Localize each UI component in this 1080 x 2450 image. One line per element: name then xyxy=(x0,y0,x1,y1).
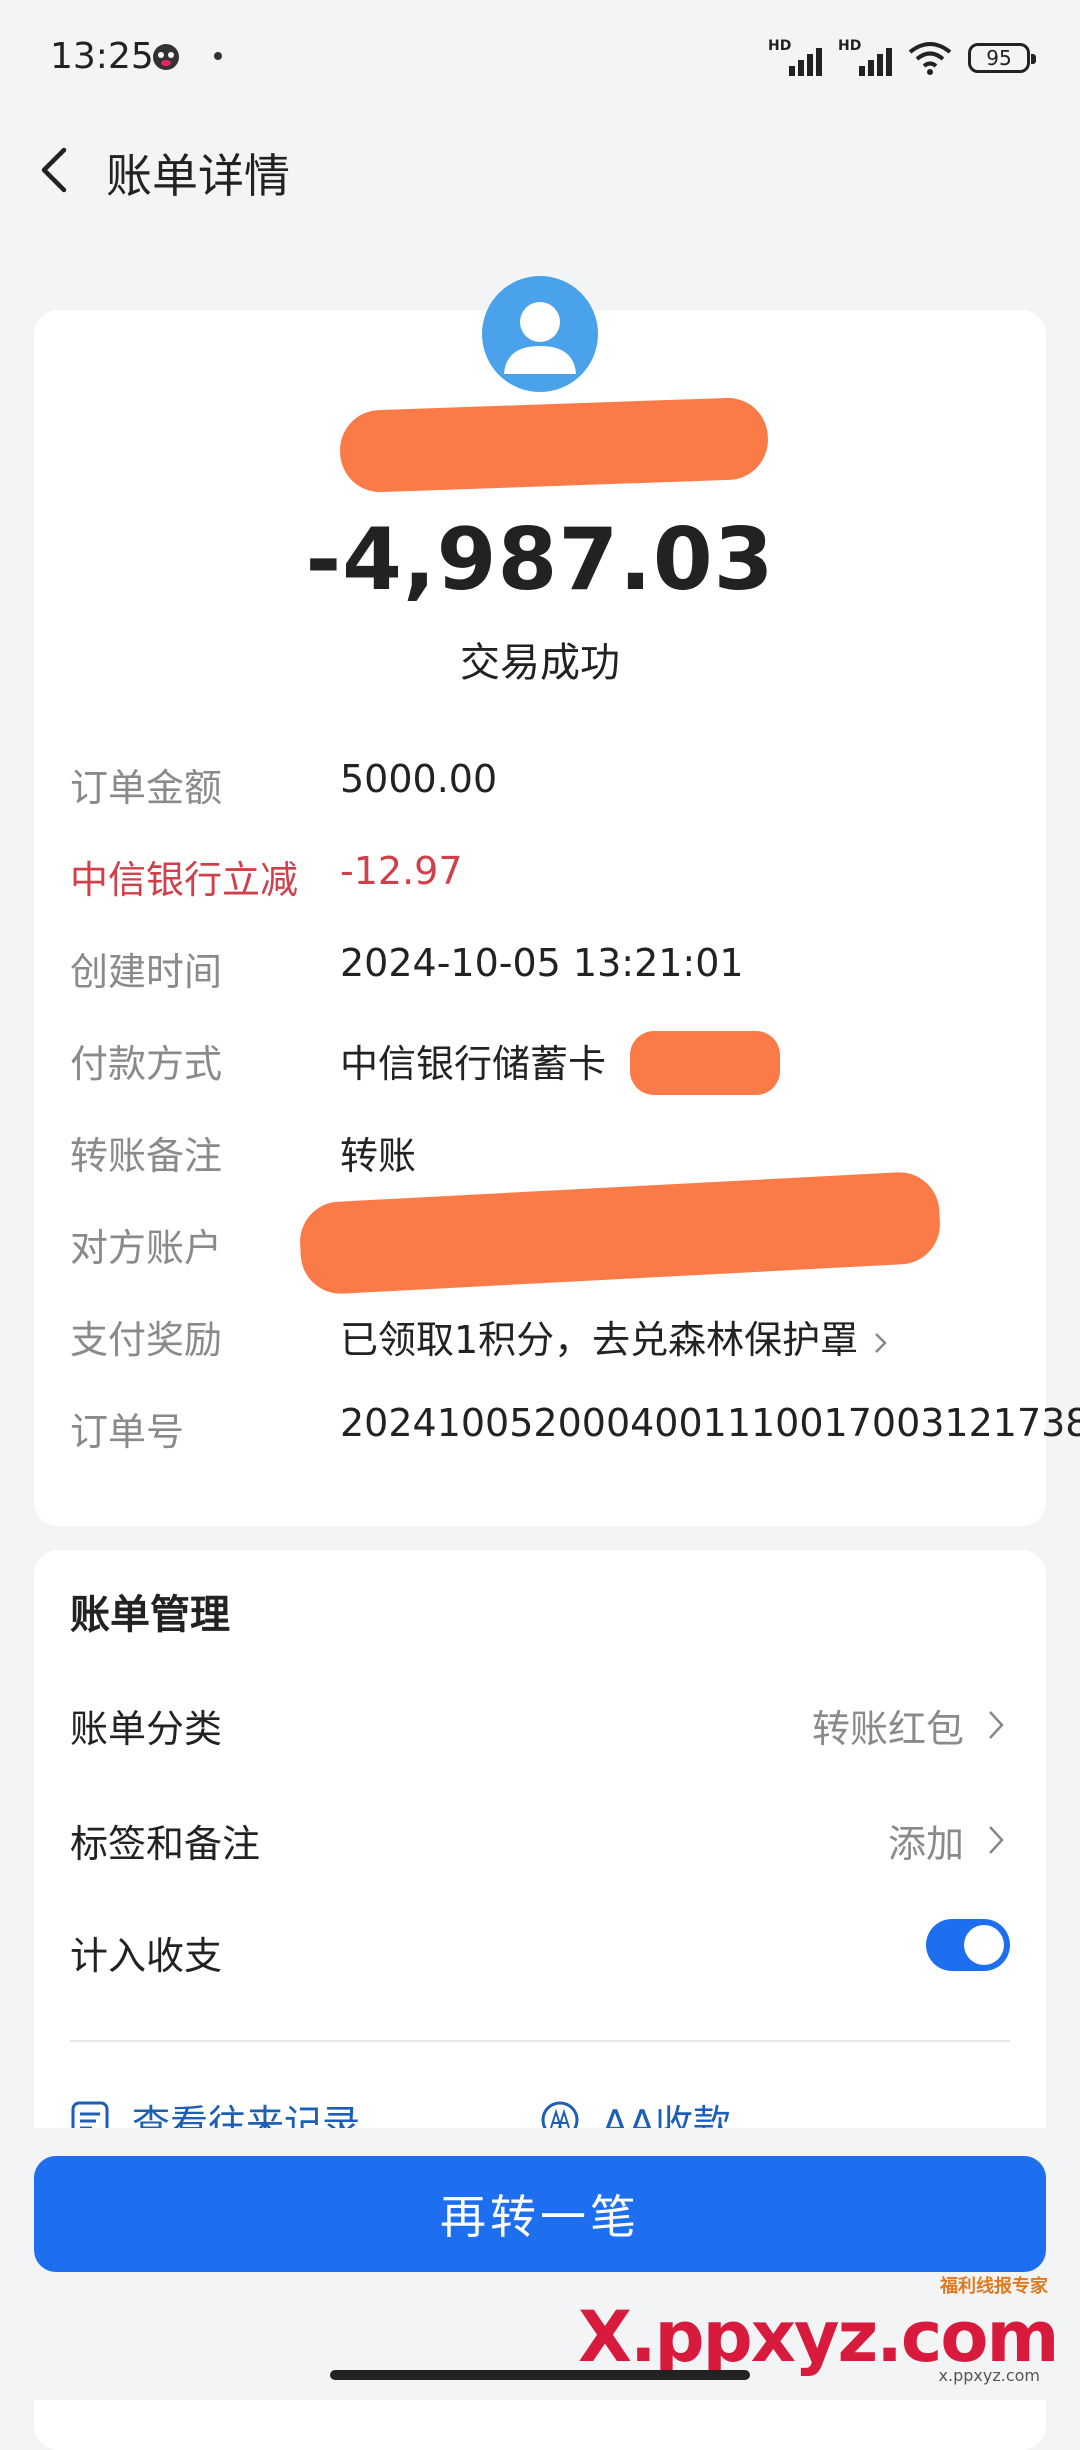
redacted-account xyxy=(298,1170,942,1296)
signal-icon: HD xyxy=(838,38,892,78)
detail-value: 中信银行储蓄卡 xyxy=(340,1042,607,1086)
detail-value: 5000.00 xyxy=(340,757,498,801)
notification-dot xyxy=(214,52,222,60)
battery-icon: 95 xyxy=(968,43,1036,73)
include-in-budget-toggle[interactable] xyxy=(926,1919,1010,1971)
watermark-tag: 福利线报专家 xyxy=(940,2276,1048,2297)
chevron-right-icon xyxy=(989,1711,1004,1739)
row-label: 账单分类 xyxy=(70,1707,223,1751)
detail-row-payment-reward[interactable]: 支付奖励 已领取1积分，去兑森林保护罩 xyxy=(70,1309,1046,1369)
redacted-name xyxy=(338,396,770,494)
transaction-status: 交易成功 xyxy=(460,640,620,686)
include-in-budget-row: 计入收支 xyxy=(70,1917,1010,1987)
reward-text: 已领取1积分，去兑森林保护罩 xyxy=(340,1318,859,1362)
detail-row-order-amount: 订单金额 5000.00 xyxy=(70,757,1046,817)
toggle-knob xyxy=(964,1925,1004,1965)
detail-row-created-time: 创建时间 2024-10-05 13:21:01 xyxy=(70,941,1046,1001)
row-value: 转账红包 xyxy=(811,1707,964,1751)
page-title: 账单详情 xyxy=(106,149,290,203)
detail-label: 订单号 xyxy=(70,1410,185,1454)
home-indicator[interactable] xyxy=(330,2370,750,2380)
status-time: 13:25 xyxy=(50,36,154,77)
detail-row-order-number: 订单号 2024100520004001110017003121738 xyxy=(70,1401,1080,1461)
detail-row-discount: 中信银行立减 -12.97 xyxy=(70,849,1046,909)
detail-label: 对方账户 xyxy=(70,1226,223,1270)
bill-category-row[interactable]: 账单分类 转账红包 xyxy=(70,1690,1010,1760)
emoji-icon xyxy=(153,44,179,70)
detail-label: 支付奖励 xyxy=(70,1318,223,1362)
detail-label: 中信银行立减 xyxy=(70,858,299,902)
user-avatar-icon[interactable] xyxy=(482,276,598,392)
chevron-left-icon[interactable] xyxy=(30,142,86,198)
battery-level: 95 xyxy=(986,46,1012,70)
network-type-label: HD xyxy=(768,38,792,54)
section-title: 账单管理 xyxy=(70,1592,230,1638)
watermark-sub: x.ppxyz.com xyxy=(938,2366,1040,2385)
detail-value: 转账 xyxy=(340,1134,417,1178)
header: 账单详情 xyxy=(0,120,1080,220)
row-label: 标签和备注 xyxy=(70,1822,261,1866)
chevron-right-icon xyxy=(875,1332,887,1353)
row-label: 计入收支 xyxy=(70,1934,223,1978)
wifi-icon xyxy=(908,42,952,75)
watermark: 福利线报专家 X.ppxyz.com x.ppxyz.com xyxy=(578,2272,1059,2385)
signal-icon: HD xyxy=(768,38,822,78)
detail-row-counterparty: 对方账户 xyxy=(70,1170,1046,1296)
detail-label: 创建时间 xyxy=(70,950,223,994)
row-value: 添加 xyxy=(887,1822,964,1866)
detail-label: 转账备注 xyxy=(70,1134,223,1178)
detail-label: 付款方式 xyxy=(70,1042,223,1086)
detail-value: 2024-10-05 13:21:01 xyxy=(340,941,744,985)
chevron-right-icon xyxy=(989,1826,1004,1854)
detail-value: 2024100520004001110017003121738 xyxy=(340,1401,1080,1445)
network-type-label: HD xyxy=(838,38,862,54)
tags-notes-row[interactable]: 标签和备注 添加 xyxy=(70,1805,1010,1875)
detail-row-payment-method: 付款方式 中信银行储蓄卡 xyxy=(70,1031,1046,1095)
detail-value: -12.97 xyxy=(340,849,463,893)
divider xyxy=(70,2040,1010,2042)
transaction-amount: -4,987.03 xyxy=(305,510,775,610)
detail-label: 订单金额 xyxy=(70,766,223,810)
transfer-again-button[interactable]: 再转一笔 xyxy=(34,2156,1046,2272)
detail-value[interactable]: 已领取1积分，去兑森林保护罩 xyxy=(340,1309,892,1364)
status-icons: HD HD 95 xyxy=(768,38,1036,78)
transaction-card: -4,987.03 交易成功 订单金额 5000.00 中信银行立减 -12.9… xyxy=(34,276,1080,1526)
status-bar: 13:25 HD HD 95 xyxy=(0,0,1080,120)
redacted-card-number xyxy=(630,1031,780,1095)
